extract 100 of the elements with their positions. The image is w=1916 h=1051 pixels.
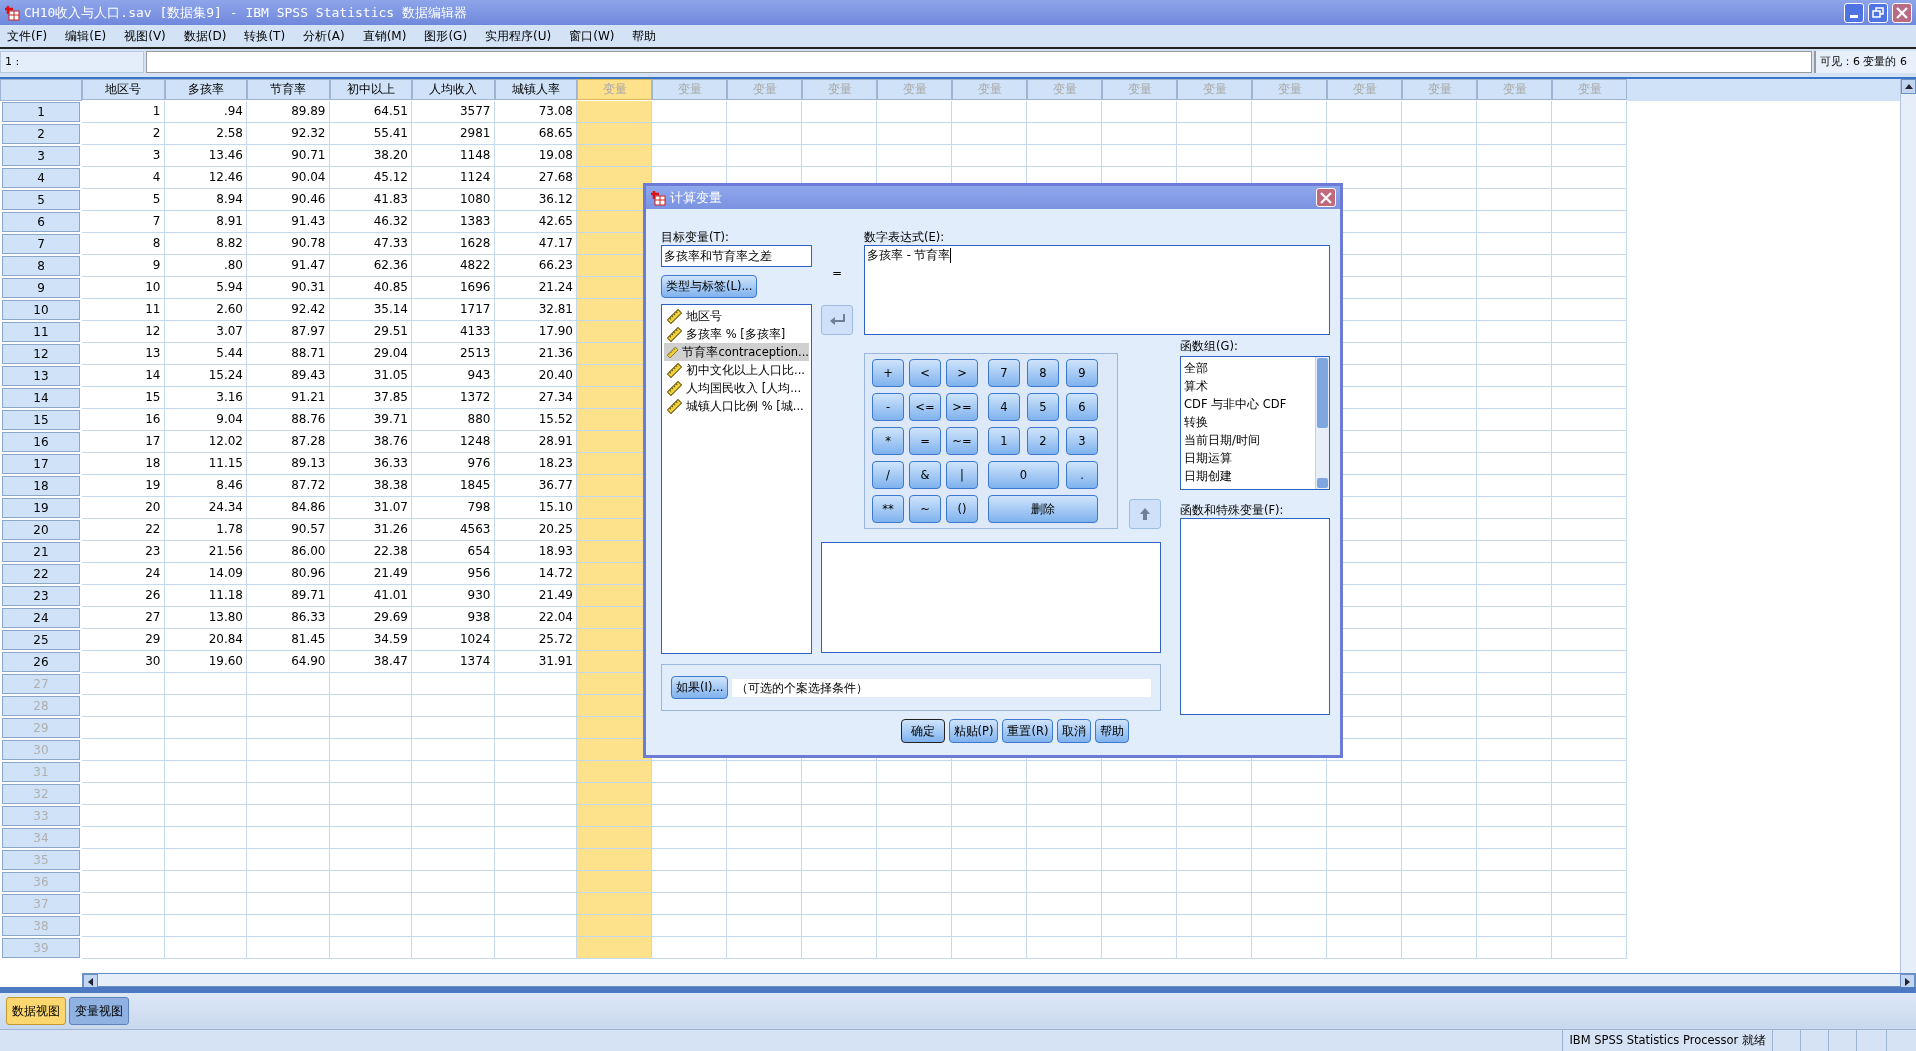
if-button[interactable]: 如果(I)...: [671, 676, 729, 699]
insert-up-button[interactable]: [1129, 499, 1161, 529]
row-header[interactable]: 13: [2, 366, 80, 386]
dialog-button[interactable]: 取消: [1057, 719, 1092, 743]
expression-field[interactable]: 多孩率 - 节育率: [864, 245, 1330, 335]
function-group-item[interactable]: 全部: [1184, 359, 1312, 377]
row-header[interactable]: 3: [2, 146, 80, 166]
keypad-key[interactable]: 5: [1027, 393, 1059, 421]
keypad-key[interactable]: **: [872, 495, 904, 523]
keypad-key[interactable]: ~=: [946, 427, 978, 455]
variable-item[interactable]: 初中文化以上人口比...: [664, 361, 809, 379]
view-tab[interactable]: 数据视图: [6, 997, 66, 1025]
row-header[interactable]: 21: [2, 542, 80, 562]
variable-list[interactable]: 地区号 多孩率 % [多孩率] 节育率contraception... 初中文化以上人口比... 人均国民收入 [人均... 城镇人口比例 % [城...: [661, 304, 812, 654]
variable-item[interactable]: 地区号: [664, 307, 809, 325]
vertical-scrollbar[interactable]: [1900, 79, 1916, 973]
row-header[interactable]: 17: [2, 454, 80, 474]
row-header[interactable]: 19: [2, 498, 80, 518]
menu-item[interactable]: 视图(V): [124, 27, 166, 45]
cell-value-field[interactable]: [146, 51, 1812, 73]
keypad-key[interactable]: 4: [988, 393, 1020, 421]
keypad-key[interactable]: 7: [988, 359, 1020, 387]
keypad-key[interactable]: 2: [1027, 427, 1059, 455]
column-header[interactable]: 多孩率: [164, 79, 247, 100]
keypad-key[interactable]: 8: [1027, 359, 1059, 387]
scroll-right-icon[interactable]: [1905, 977, 1910, 986]
dialog-button[interactable]: 帮助: [1095, 719, 1130, 743]
menu-item[interactable]: 帮助: [632, 27, 657, 45]
keypad-key[interactable]: <=: [909, 393, 941, 421]
column-header[interactable]: 初中以上: [329, 79, 412, 100]
keypad-key[interactable]: &: [909, 461, 941, 489]
keypad-key[interactable]: 9: [1066, 359, 1098, 387]
target-field[interactable]: 多孩率和节育率之差: [661, 245, 812, 267]
keypad-key[interactable]: 3: [1066, 427, 1098, 455]
row-header[interactable]: 2: [2, 124, 80, 144]
keypad-key[interactable]: 0: [988, 461, 1059, 489]
keypad-key[interactable]: /: [872, 461, 904, 489]
keypad-key[interactable]: >: [946, 359, 978, 387]
move-button[interactable]: [821, 305, 853, 335]
row-header[interactable]: 9: [2, 278, 80, 298]
menu-item[interactable]: 图形(G): [424, 27, 468, 45]
menu-item[interactable]: 实用程序(U): [485, 27, 552, 45]
column-header[interactable]: 地区号: [82, 79, 165, 100]
keypad-key[interactable]: 6: [1066, 393, 1098, 421]
row-header[interactable]: 20: [2, 520, 80, 540]
function-group-item[interactable]: 日期运算: [1184, 449, 1312, 467]
function-group-item[interactable]: 转换: [1184, 413, 1312, 431]
row-header[interactable]: 18: [2, 476, 80, 496]
close-button[interactable]: [1892, 2, 1912, 23]
row-header[interactable]: 15: [2, 410, 80, 430]
row-header[interactable]: 12: [2, 344, 80, 364]
keypad-key[interactable]: (): [946, 495, 978, 523]
functions-list[interactable]: [1180, 517, 1330, 715]
function-group-item[interactable]: 当前日期/时间: [1184, 431, 1312, 449]
keypad-key[interactable]: >=: [946, 393, 978, 421]
dialog-button[interactable]: 重置(R): [1002, 719, 1054, 743]
row-header[interactable]: 23: [2, 586, 80, 606]
function-group-item[interactable]: 日期创建: [1184, 467, 1312, 485]
keypad-key[interactable]: -: [872, 393, 904, 421]
scroll-up-icon[interactable]: [1901, 79, 1916, 94]
function-group-list[interactable]: 全部 算术 CDF 与非中心 CDF 转换 当前日期/时间 日期运算 日期创建: [1180, 356, 1330, 491]
keypad-key[interactable]: 删除: [988, 495, 1098, 523]
row-header[interactable]: 10: [2, 300, 80, 320]
column-header[interactable]: 人均收入: [412, 79, 495, 100]
function-group-item[interactable]: 算术: [1184, 377, 1312, 395]
row-header[interactable]: 22: [2, 564, 80, 584]
keypad-key[interactable]: 1: [988, 427, 1020, 455]
menu-item[interactable]: 直销(M): [362, 27, 407, 45]
menu-item[interactable]: 数据(D): [183, 27, 227, 45]
keypad-key[interactable]: .: [1066, 461, 1098, 489]
view-tab[interactable]: 变量视图: [69, 997, 129, 1025]
horizontal-scrollbar[interactable]: [82, 973, 1916, 987]
keypad-key[interactable]: |: [946, 461, 978, 489]
keypad-key[interactable]: *: [872, 427, 904, 455]
column-header[interactable]: 节育率: [247, 79, 330, 100]
row-header[interactable]: 16: [2, 432, 80, 452]
function-group-item[interactable]: CDF 与非中心 CDF: [1184, 395, 1312, 413]
variable-item[interactable]: 人均国民收入 [人均...: [664, 379, 809, 397]
menu-item[interactable]: 分析(A): [303, 27, 345, 45]
row-header[interactable]: 26: [2, 652, 80, 672]
variable-item[interactable]: 多孩率 % [多孩率]: [664, 325, 809, 343]
dialog-button[interactable]: 粘贴(P): [948, 719, 999, 743]
close-button[interactable]: [1316, 188, 1336, 207]
variable-item[interactable]: 节育率contraception...: [664, 343, 809, 361]
row-header[interactable]: 4: [2, 168, 80, 188]
type-label-button[interactable]: 类型与标签(L)...: [661, 275, 758, 298]
keypad-key[interactable]: ~: [909, 495, 941, 523]
list-scrollbar[interactable]: [1315, 357, 1329, 490]
menu-item[interactable]: 转换(T): [244, 27, 286, 45]
menu-item[interactable]: 窗口(W): [569, 27, 615, 45]
row-header[interactable]: 1: [2, 102, 80, 122]
keypad-key[interactable]: +: [872, 359, 904, 387]
menu-item[interactable]: 编辑(E): [65, 27, 107, 45]
keypad-key[interactable]: =: [909, 427, 941, 455]
row-header[interactable]: 11: [2, 322, 80, 342]
scroll-left-icon[interactable]: [88, 977, 93, 986]
row-header[interactable]: 14: [2, 388, 80, 408]
column-header[interactable]: 城镇人率: [494, 79, 577, 100]
row-header[interactable]: 5: [2, 190, 80, 210]
row-header[interactable]: 24: [2, 608, 80, 628]
